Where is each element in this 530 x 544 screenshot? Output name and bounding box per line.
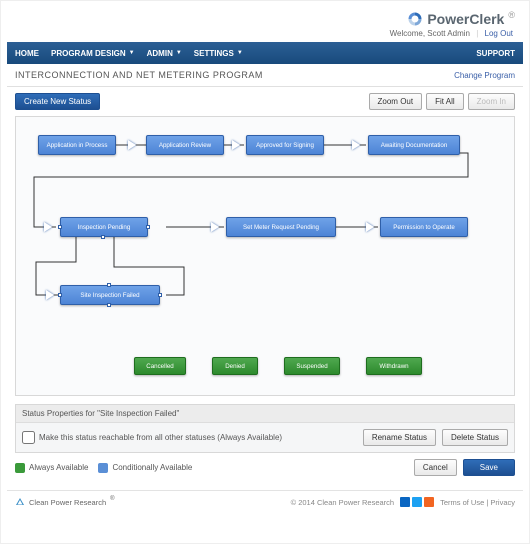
arrow-icon	[128, 140, 136, 150]
legend-always-available: Always Available	[15, 463, 88, 473]
program-title: INTERCONNECTION AND NET METERING PROGRAM	[15, 70, 263, 80]
chevron-down-icon: ▼	[176, 50, 182, 56]
node-awaiting-documentation[interactable]: Awaiting Documentation	[368, 135, 460, 155]
arrow-icon	[352, 140, 360, 150]
main-nav: HOME PROGRAM DESIGN▼ ADMIN▼ SETTINGS▼ SU…	[7, 42, 523, 64]
logo-icon	[407, 11, 423, 27]
connector-lines	[16, 117, 514, 395]
node-application-review[interactable]: Application Review	[146, 135, 224, 155]
save-button[interactable]: Save	[463, 459, 515, 476]
always-available-checkbox[interactable]	[22, 431, 35, 444]
linkedin-icon[interactable]	[400, 497, 410, 507]
nav-program-design[interactable]: PROGRAM DESIGN▼	[51, 49, 135, 58]
welcome-user: Scott Admin	[427, 29, 470, 38]
legend-conditionally-available: Conditionally Available	[98, 463, 192, 473]
arrow-icon	[366, 222, 374, 232]
copyright: © 2014 Clean Power Research	[291, 498, 395, 507]
node-inspection-pending[interactable]: Inspection Pending	[60, 217, 148, 237]
node-denied[interactable]: Denied	[212, 357, 258, 375]
arrow-icon	[211, 222, 219, 232]
panel-title: Status Properties for "Site Inspection F…	[16, 405, 514, 423]
footer-links: Terms of Use | Privacy	[440, 498, 515, 507]
footer-brand: Clean Power Research®	[15, 497, 115, 507]
rss-icon[interactable]	[424, 497, 434, 507]
always-available-checkbox-row[interactable]: Make this status reachable from all othe…	[22, 431, 282, 444]
node-site-inspection-failed[interactable]: Site Inspection Failed	[60, 285, 160, 305]
fit-all-button[interactable]: Fit All	[426, 93, 464, 110]
registered-mark: ®	[508, 10, 515, 20]
node-application-in-process[interactable]: Application in Process	[38, 135, 116, 155]
create-new-status-button[interactable]: Create New Status	[15, 93, 100, 110]
workflow-canvas[interactable]: Application in Process Application Revie…	[15, 116, 515, 396]
nav-home[interactable]: HOME	[15, 49, 39, 58]
node-cancelled[interactable]: Cancelled	[134, 357, 186, 375]
nav-support[interactable]: SUPPORT	[476, 49, 515, 58]
cpr-logo-icon	[15, 497, 25, 507]
welcome-prefix: Welcome,	[390, 29, 425, 38]
chevron-down-icon: ▼	[237, 50, 243, 56]
chevron-down-icon: ▼	[129, 50, 135, 56]
rename-status-button[interactable]: Rename Status	[363, 429, 436, 446]
nav-admin[interactable]: ADMIN▼	[147, 49, 182, 58]
node-approved-for-signing[interactable]: Approved for Signing	[246, 135, 324, 155]
checkbox-label: Make this status reachable from all othe…	[39, 433, 282, 442]
twitter-icon[interactable]	[412, 497, 422, 507]
node-permission-to-operate[interactable]: Permission to Operate	[380, 217, 468, 237]
terms-link[interactable]: Terms of Use	[440, 498, 484, 507]
status-properties-panel: Status Properties for "Site Inspection F…	[15, 404, 515, 453]
logout-link[interactable]: Log Out	[485, 29, 513, 38]
node-withdrawn[interactable]: Withdrawn	[366, 357, 422, 375]
welcome-line: Welcome, Scott Admin | Log Out	[7, 29, 523, 42]
brand-name: PowerClerk	[427, 11, 504, 27]
node-set-meter-request-pending[interactable]: Set Meter Request Pending	[226, 217, 336, 237]
delete-status-button[interactable]: Delete Status	[442, 429, 508, 446]
change-program-link[interactable]: Change Program	[454, 71, 515, 80]
privacy-link[interactable]: Privacy	[490, 498, 515, 507]
arrow-icon	[46, 290, 54, 300]
arrow-icon	[232, 140, 240, 150]
cancel-button[interactable]: Cancel	[414, 459, 457, 476]
legend: Always Available Conditionally Available	[15, 463, 192, 473]
zoom-in-button: Zoom In	[468, 93, 515, 110]
brand-logo: PowerClerk ®	[407, 11, 515, 27]
nav-settings[interactable]: SETTINGS▼	[194, 49, 243, 58]
zoom-out-button[interactable]: Zoom Out	[369, 93, 423, 110]
node-suspended[interactable]: Suspended	[284, 357, 340, 375]
arrow-icon	[44, 222, 52, 232]
